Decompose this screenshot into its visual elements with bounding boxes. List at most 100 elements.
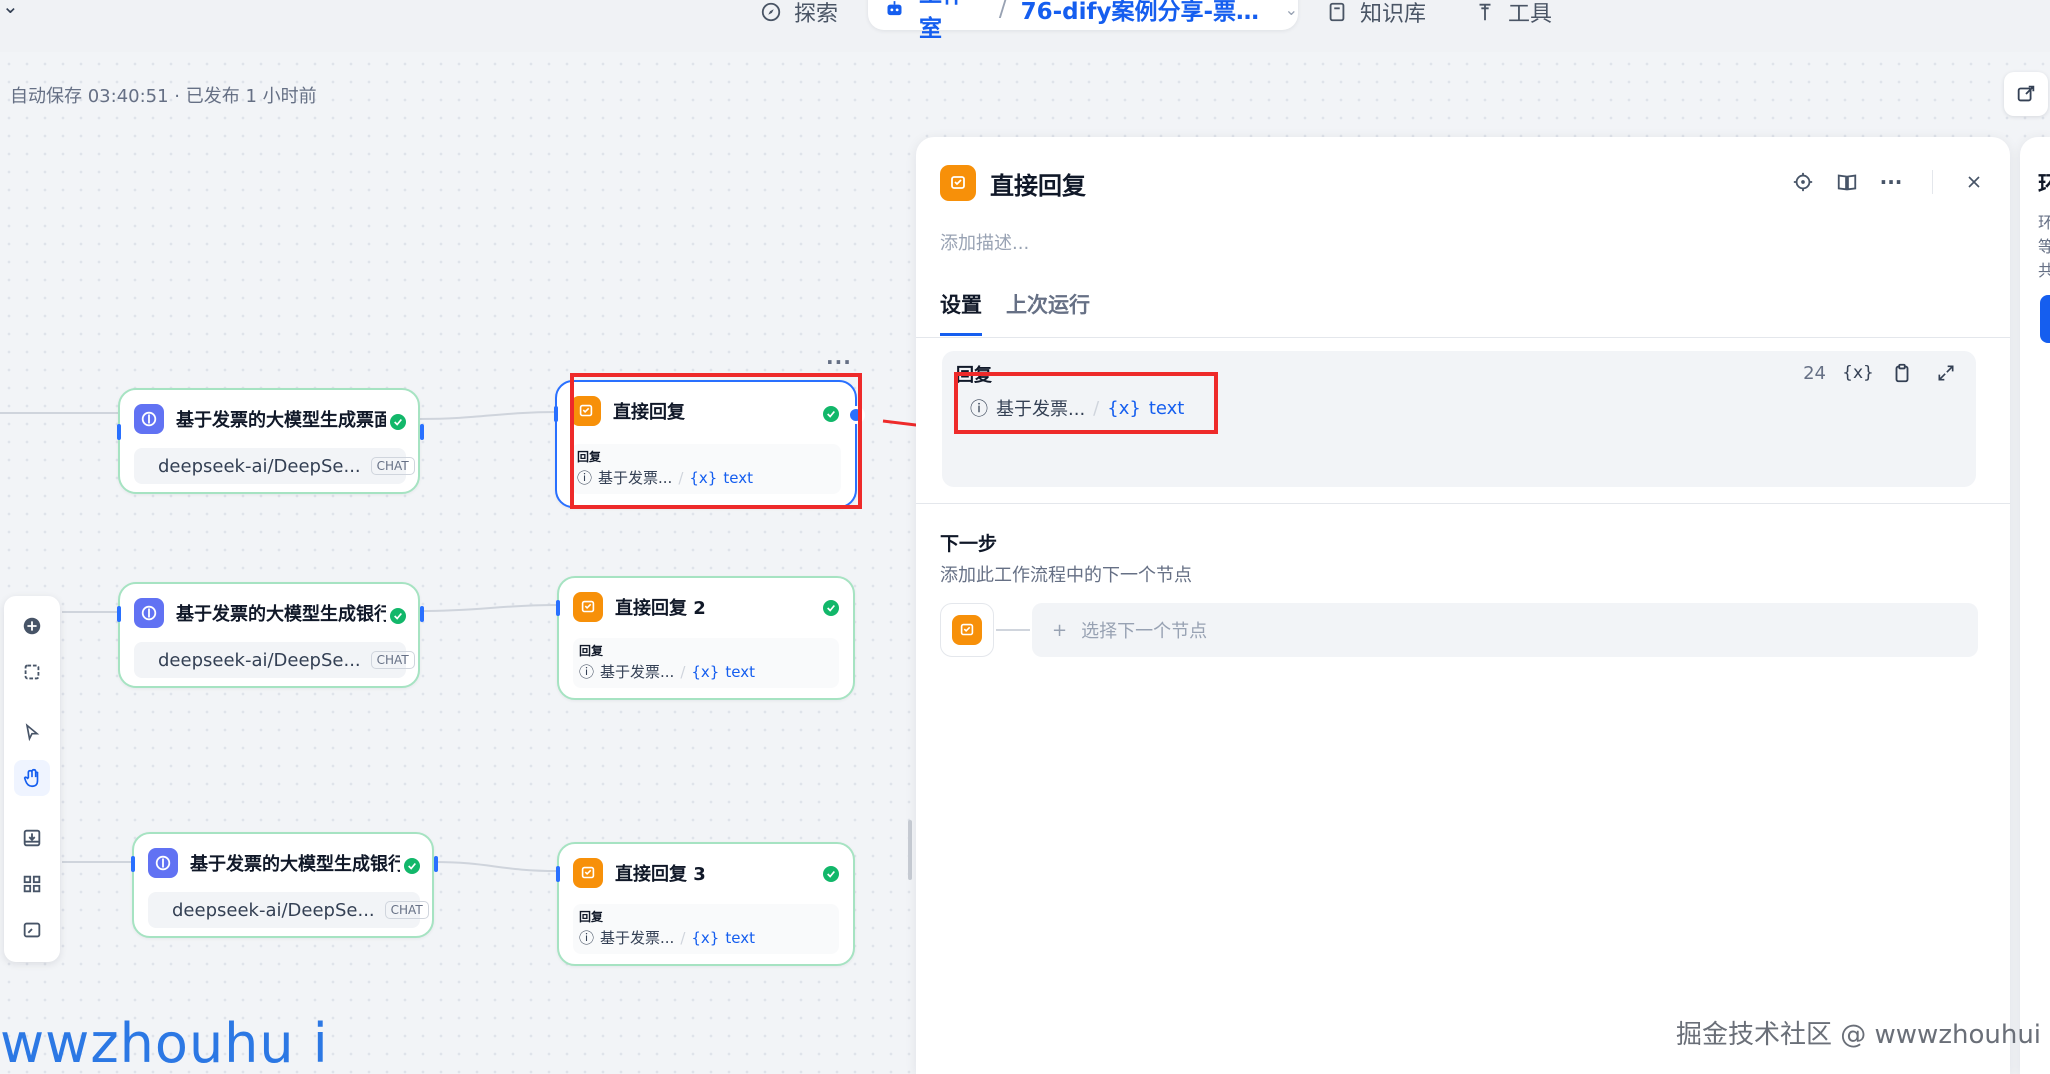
help-docs-button[interactable] (1834, 169, 1860, 195)
nav-studio-label: 工作室 (919, 0, 965, 42)
output-handle[interactable] (420, 424, 424, 440)
book-open-icon (1837, 174, 1857, 191)
export-image-button[interactable] (14, 820, 50, 856)
nav-knowledge-label: 知识库 (1360, 2, 1427, 27)
tool-icon (1479, 3, 1491, 21)
insert-variable-button[interactable]: {x} (1842, 361, 1874, 385)
tab-settings[interactable]: 设置 (940, 289, 982, 336)
reply-preview: 回复 ⓘ 基于发票... / {x} text (573, 904, 839, 954)
input-handle[interactable] (556, 866, 560, 882)
minimap-toggle-button[interactable] (14, 912, 50, 948)
variable-ref: ⓘ 基于发票... / {x} text (579, 661, 833, 682)
var-source: 基于发票... (600, 929, 675, 947)
clipboard-icon (1895, 363, 1909, 383)
watermark-right: 掘金技术社区 @ wwwzhouhui (1676, 1020, 2042, 1050)
panel-tabs: 设置 上次运行 (940, 289, 1090, 336)
nav-tools[interactable]: 工具 (1474, 0, 1552, 32)
note-icon (24, 664, 40, 680)
input-handle[interactable] (556, 600, 560, 616)
model-mode-badge: CHAT (384, 901, 429, 919)
robot-icon (887, 1, 902, 16)
crosshair-icon (1793, 172, 1813, 192)
reply-icon (573, 592, 603, 622)
editor-tools: 24 {x} (1803, 361, 1958, 385)
output-handle[interactable] (420, 606, 424, 622)
cursor-icon (25, 723, 40, 742)
side-panel-title: 环 (2038, 173, 2050, 198)
tab-last-run[interactable]: 上次运行 (1006, 289, 1090, 336)
input-handle[interactable] (554, 406, 558, 422)
more-dots-icon: ··· (1879, 170, 1903, 194)
book-icon (1329, 2, 1345, 22)
success-check-icon (823, 600, 839, 616)
node-title: 基于发票的大模型生成银行信 (190, 854, 400, 875)
node-header: 基于发票的大模型生成票面信 (134, 404, 386, 434)
nav-separator: / (998, 0, 1007, 22)
nav-explore[interactable]: 探索 (760, 0, 838, 32)
next-step-title: 下一步 (940, 533, 998, 555)
success-check-icon (390, 608, 406, 624)
more-options-button[interactable]: ··· (1878, 169, 1904, 195)
close-panel-button[interactable] (1961, 169, 1987, 195)
model-name: deepseek-ai/DeepSe... (172, 899, 375, 921)
input-handle[interactable] (117, 424, 121, 440)
var-name: text (725, 662, 755, 681)
autosave-status: 自动保存 03:40:51 · 已发布 1 小时前 (10, 86, 317, 107)
side-panel-button[interactable] (2040, 295, 2050, 343)
organize-layout-button[interactable] (14, 866, 50, 902)
description-input[interactable]: 添加描述... (940, 229, 1029, 255)
answer-node-2[interactable]: 直接回复 2 回复 ⓘ 基于发票... / {x} text (556, 576, 855, 700)
model-mode-badge: CHAT (370, 457, 415, 475)
model-selector[interactable]: deepseek-ai/DeepSe... CHAT (134, 642, 415, 678)
reply-preview: 回复 ⓘ 基于发票... / {x} text (573, 638, 839, 688)
var-separator: / (680, 662, 686, 681)
next-step-description: 添加此工作流程中的下一个节点 (940, 565, 1192, 586)
model-name: deepseek-ai/DeepSe... (158, 455, 361, 477)
model-selector[interactable]: deepseek-ai/DeepSe... CHAT (134, 448, 415, 484)
llm-node-3[interactable]: 基于发票的大模型生成银行信 deepseek-ai/DeepSe... CHAT (131, 832, 438, 938)
external-link-icon (2017, 85, 2035, 102)
locate-node-button[interactable] (1790, 169, 1816, 195)
expand-button[interactable] (1934, 361, 1958, 385)
select-next-node-button[interactable]: + 选择下一个节点 (1032, 603, 1978, 657)
success-check-icon (823, 866, 839, 882)
nav-knowledge[interactable]: 知识库 (1326, 0, 1426, 32)
answer-node-3[interactable]: 直接回复 3 回复 ⓘ 基于发票... / {x} text (556, 842, 855, 966)
image-download-icon (23, 829, 41, 847)
select-next-node-label: 选择下一个节点 (1081, 621, 1208, 642)
llm-node-2[interactable]: 基于发票的大模型生成银行凭 deepseek-ai/DeepSe... CHAT (117, 582, 424, 688)
chevron-down-icon[interactable]: ⌄ (1285, 0, 1298, 19)
node-more-icon[interactable]: ··· (826, 350, 852, 374)
panel-title[interactable]: 直接回复 (990, 166, 1086, 201)
info-circle-icon: ⓘ (579, 663, 595, 681)
panel-resize-handle[interactable] (908, 820, 912, 880)
node-title: 直接回复 3 (615, 864, 706, 885)
app-title[interactable]: 76-dify案例分享-票据... (1021, 0, 1271, 26)
node-header: 直接回复 2 (573, 592, 706, 622)
nav-studio[interactable]: 工作室 / 76-dify案例分享-票据... ⌄ (868, 0, 1298, 42)
input-handle[interactable] (117, 606, 121, 622)
add-node-button[interactable] (14, 608, 50, 644)
success-check-icon (390, 414, 406, 430)
char-count: 24 (1803, 362, 1826, 384)
panel-header: 直接回复 (940, 165, 1086, 201)
chevron-down-icon[interactable]: ⌄ (2, 0, 19, 18)
nav-explore-label: 探索 (794, 2, 839, 27)
copy-button[interactable] (1890, 361, 1914, 385)
input-handle[interactable] (131, 856, 135, 872)
panel-actions: ··· (1790, 169, 1987, 195)
open-external-button[interactable] (2004, 72, 2048, 116)
deepseek-icon (146, 463, 150, 469)
add-note-button[interactable] (14, 654, 50, 690)
hand-mode-button[interactable] (14, 760, 50, 796)
current-node-icon (940, 603, 994, 657)
node-title: 基于发票的大模型生成银行凭 (176, 604, 386, 625)
llm-node-1[interactable]: 基于发票的大模型生成票面信 deepseek-ai/DeepSe... CHAT (117, 388, 424, 494)
reply-label: 回复 (579, 910, 604, 924)
annotation-box-node (570, 373, 862, 509)
reply-icon (940, 165, 976, 201)
model-selector[interactable]: deepseek-ai/DeepSe... CHAT (148, 892, 429, 928)
output-handle[interactable] (434, 856, 438, 872)
layout-grid-icon (23, 875, 41, 893)
pointer-mode-button[interactable] (14, 714, 50, 750)
